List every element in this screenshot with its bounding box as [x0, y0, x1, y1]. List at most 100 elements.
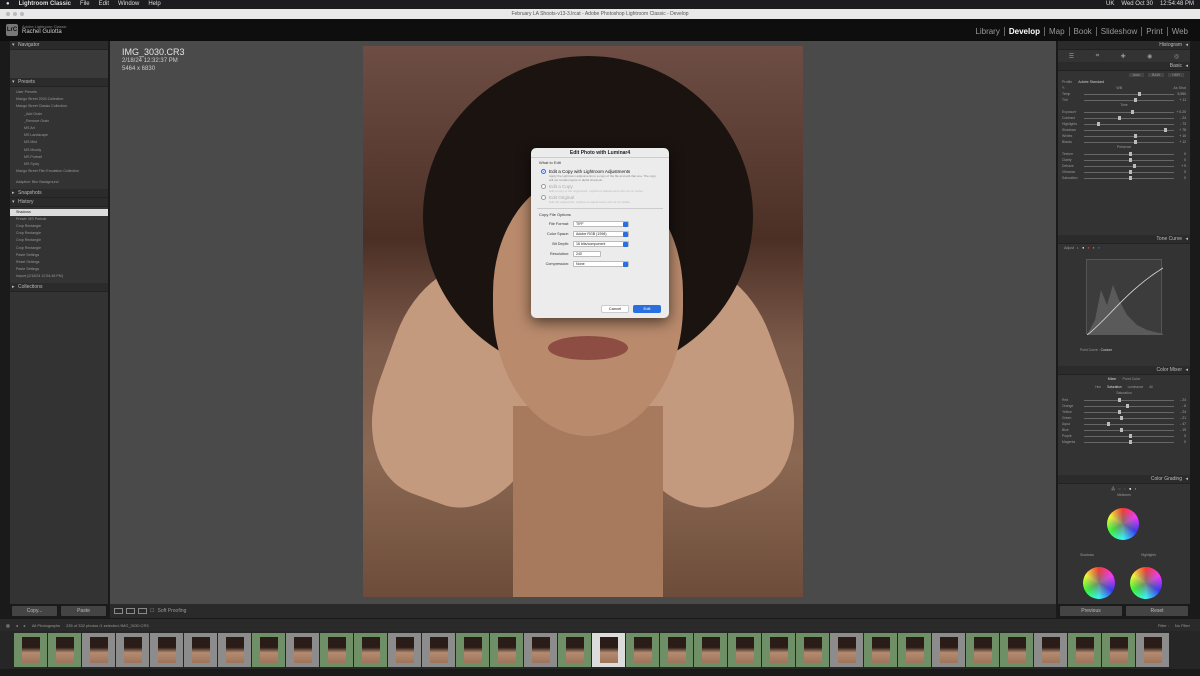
filmstrip-thumbnail[interactable]	[524, 633, 557, 667]
history-step[interactable]: Preset: MS Portrait	[16, 216, 108, 223]
history-step[interactable]: Paste Settings	[16, 266, 108, 273]
slider-value[interactable]: - 24	[1174, 116, 1186, 120]
filmstrip-thumbnail[interactable]	[456, 633, 489, 667]
filmstrip-thumbnail[interactable]	[864, 633, 897, 667]
snapshots-header[interactable]: Snapshots	[10, 188, 108, 198]
slider-value[interactable]: - 19	[1174, 428, 1186, 432]
option-edit-original[interactable]: Edit Original Edit the original file. Li…	[531, 193, 669, 204]
color-mixer-header[interactable]: Color Mixer	[1058, 366, 1190, 375]
apple-menu-icon[interactable]: ●	[6, 0, 10, 9]
slider-value[interactable]: - 21	[1174, 416, 1186, 420]
bit-depth-select[interactable]: 16 bits/component	[573, 241, 629, 247]
filmstrip-thumbnail[interactable]	[388, 633, 421, 667]
global-view-icon[interactable]: ◐	[1134, 486, 1136, 491]
slider-value[interactable]: 5,950	[1174, 92, 1187, 96]
point-curve-icon[interactable]: ●	[1082, 246, 1084, 250]
preset-item[interactable]: MS Art	[16, 125, 108, 132]
slider-value[interactable]: + 78	[1174, 128, 1186, 132]
cancel-button[interactable]: Cancel	[601, 305, 629, 313]
radio-icon[interactable]	[541, 184, 546, 189]
slider-track[interactable]	[1084, 434, 1174, 438]
app-menu[interactable]: Lightroom Classic	[19, 0, 71, 9]
navigator-header[interactable]: Navigator	[10, 41, 108, 50]
masking-icon[interactable]: ◎	[1174, 53, 1179, 60]
loupe-view-icon[interactable]	[114, 608, 123, 614]
compression-select[interactable]: None	[573, 261, 629, 267]
bw-button[interactable]: B&W	[1148, 73, 1165, 77]
slider-value[interactable]: 0	[1174, 434, 1186, 438]
slider-value[interactable]: 0	[1174, 158, 1186, 162]
point-color-tab[interactable]: Point Color	[1123, 377, 1141, 381]
soft-proofing-checkbox[interactable]: ☐	[150, 608, 154, 614]
saturation-tab[interactable]: Saturation	[1107, 385, 1122, 389]
midtones-color-wheel[interactable]	[1107, 508, 1139, 540]
preset-folder[interactable]: User Presets	[16, 89, 108, 96]
filmstrip-thumbnail[interactable]	[1068, 633, 1101, 667]
filter-select[interactable]: No Filter	[1175, 623, 1190, 628]
filmstrip-thumbnail[interactable]	[116, 633, 149, 667]
point-curve-select[interactable]: Custom	[1101, 348, 1113, 352]
filmstrip-thumbnail[interactable]	[796, 633, 829, 667]
red-eye-icon[interactable]: ◉	[1147, 53, 1152, 60]
history-step[interactable]: Shadows	[10, 208, 108, 216]
slider-track[interactable]	[1084, 128, 1174, 132]
filmstrip-thumbnail[interactable]	[48, 633, 81, 667]
filmstrip-thumbnail[interactable]	[354, 633, 387, 667]
filmstrip-thumbnail[interactable]	[558, 633, 591, 667]
blue-channel-icon[interactable]: ●	[1098, 246, 1100, 250]
slider-track[interactable]	[1084, 440, 1174, 444]
color-grading-header[interactable]: Color Grading	[1058, 475, 1190, 484]
filmstrip-thumbnail[interactable]	[830, 633, 863, 667]
before-after-icon[interactable]	[126, 608, 135, 614]
preset-folder[interactable]: Mango Street Classic Collection	[16, 103, 108, 110]
midtones-view-icon[interactable]: ◌	[1124, 486, 1126, 491]
menu-file[interactable]: File	[80, 0, 90, 9]
slider-value[interactable]: - 24	[1174, 398, 1186, 402]
filmstrip-thumbnail[interactable]	[184, 633, 217, 667]
slider-value[interactable]: - 24	[1174, 410, 1186, 414]
hdr-button[interactable]: HDR	[1168, 73, 1184, 77]
module-slideshow[interactable]: Slideshow	[1097, 27, 1143, 36]
previous-button[interactable]: Previous	[1060, 606, 1122, 616]
profile-select[interactable]: Adobe Standard	[1078, 80, 1104, 84]
module-map[interactable]: Map	[1045, 27, 1070, 36]
wb-select[interactable]: As Shot	[1173, 86, 1186, 90]
filmstrip-thumbnail[interactable]	[898, 633, 931, 667]
slider-track[interactable]	[1084, 158, 1174, 162]
slider-track[interactable]	[1084, 410, 1174, 414]
shadows-view-icon[interactable]: ○	[1118, 486, 1120, 491]
slider-value[interactable]: 0	[1174, 440, 1186, 444]
back-arrow-icon[interactable]: ◂	[16, 623, 18, 628]
slider-track[interactable]	[1084, 170, 1174, 174]
preset-item[interactable]: MS Mist	[16, 139, 108, 146]
history-step[interactable]: Crop Rectangle	[16, 237, 108, 244]
module-develop[interactable]: Develop	[1005, 27, 1045, 36]
slider-track[interactable]	[1084, 122, 1174, 126]
slider-track[interactable]	[1084, 164, 1174, 168]
input-source[interactable]: UK	[1106, 0, 1114, 9]
tone-curve-graph[interactable]	[1086, 259, 1164, 336]
history-step[interactable]: Crop Rectangle	[16, 245, 108, 252]
radio-selected-icon[interactable]	[541, 169, 546, 174]
slider-track[interactable]	[1084, 176, 1174, 180]
filmstrip-thumbnail[interactable]	[82, 633, 115, 667]
history-header[interactable]: History	[10, 197, 108, 207]
forward-arrow-icon[interactable]: ▸	[24, 623, 26, 628]
basic-header[interactable]: Basic	[1058, 62, 1190, 71]
paste-settings-button[interactable]: Paste	[61, 606, 106, 616]
module-print[interactable]: Print	[1142, 27, 1168, 36]
history-step[interactable]: Import (2/18/24 12:54:48 PM)	[16, 273, 108, 280]
slider-track[interactable]	[1084, 92, 1174, 96]
highlights-color-wheel[interactable]	[1130, 567, 1162, 599]
highlights-view-icon[interactable]: ●	[1129, 486, 1131, 491]
module-library[interactable]: Library	[971, 27, 1005, 36]
filmstrip-source[interactable]: All Photographs	[32, 623, 60, 628]
history-step[interactable]: Crop Rectangle	[16, 223, 108, 230]
collections-header[interactable]: Collections	[10, 282, 108, 292]
close-window-icon[interactable]	[6, 12, 10, 16]
mixer-slider-magenta[interactable]: Magenta 0	[1058, 439, 1190, 445]
preset-item[interactable]: _Remove Grain	[16, 118, 108, 125]
slider-track[interactable]	[1084, 110, 1174, 114]
slider-track[interactable]	[1084, 116, 1174, 120]
preset-item[interactable]: MS Portrait	[16, 154, 108, 161]
